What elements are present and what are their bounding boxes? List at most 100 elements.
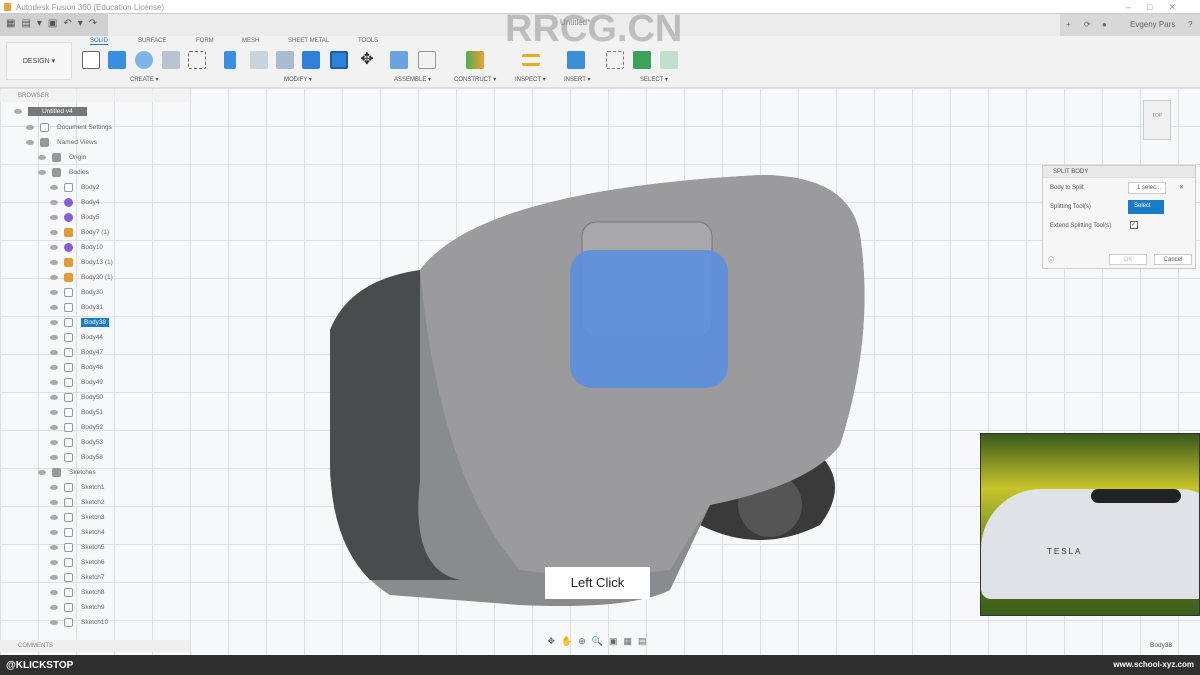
eye-icon[interactable] xyxy=(26,125,34,130)
info-icon[interactable]: ⓘ xyxy=(1048,255,1054,264)
extrude-icon[interactable] xyxy=(108,51,126,69)
tab-mesh[interactable]: MESH xyxy=(242,38,259,44)
browser-item[interactable]: Bodies xyxy=(38,168,89,182)
user-name[interactable]: Evgeny Pars xyxy=(1130,20,1175,29)
comments-panel[interactable]: COMMENTS xyxy=(0,640,190,652)
eye-icon[interactable] xyxy=(50,440,58,445)
navigation-bar[interactable]: ✥✋⊕🔍▣▦▤ xyxy=(520,636,680,652)
window-select-icon[interactable] xyxy=(606,51,624,69)
browser-item[interactable]: Body44 xyxy=(50,333,103,347)
tab-tools[interactable]: TOOLS xyxy=(358,38,378,44)
eye-icon[interactable] xyxy=(50,320,58,325)
eye-icon[interactable] xyxy=(50,350,58,355)
fillet-icon[interactable] xyxy=(250,51,268,69)
browser-item[interactable]: Origin xyxy=(38,153,86,167)
body-to-split-selection[interactable]: 1 selec... xyxy=(1128,182,1166,194)
hole-icon[interactable] xyxy=(162,51,180,69)
offset-plane-icon[interactable] xyxy=(466,51,484,69)
browser-item[interactable]: Sketches xyxy=(38,468,96,482)
new-component-icon[interactable] xyxy=(390,51,408,69)
eye-icon[interactable] xyxy=(50,545,58,550)
quick-access-icons[interactable]: ▦▤▾▣↶▾↷ xyxy=(0,14,108,36)
eye-icon[interactable] xyxy=(50,560,58,565)
browser-item[interactable]: Sketch6 xyxy=(50,558,105,572)
move-icon[interactable]: ✥ xyxy=(358,51,376,69)
browser-item[interactable]: Body13 (1) xyxy=(50,258,113,272)
browser-item[interactable]: Body30 xyxy=(50,288,103,302)
browser-item[interactable]: Sketch1 xyxy=(50,483,105,497)
browser-item[interactable]: Body4 xyxy=(50,198,99,212)
browser-root[interactable]: Untitled v4 xyxy=(14,107,87,122)
group-construct[interactable]: CONSTRUCT ▾ xyxy=(454,76,496,83)
document-tab[interactable]: Untitled* xyxy=(560,18,590,27)
measure-icon[interactable] xyxy=(522,54,540,66)
browser-item[interactable]: Sketch2 xyxy=(50,498,105,512)
ok-button[interactable]: OK xyxy=(1109,254,1147,265)
eye-icon[interactable] xyxy=(50,605,58,610)
help-icon[interactable]: ? xyxy=(1188,20,1192,29)
browser-item[interactable]: Body49 xyxy=(50,378,103,392)
browser-item[interactable]: Body53 xyxy=(50,438,103,452)
eye-icon[interactable] xyxy=(50,365,58,370)
clear-selection-icon[interactable]: ✕ xyxy=(1179,184,1184,191)
group-assemble[interactable]: ASSEMBLE ▾ xyxy=(394,76,431,83)
browser-item[interactable]: Body38 xyxy=(50,318,110,332)
browser-item[interactable]: Sketch9 xyxy=(50,603,105,617)
pattern-icon[interactable] xyxy=(188,51,206,69)
add-tab-icon[interactable]: + xyxy=(1066,20,1071,29)
notifications-icon[interactable]: ● xyxy=(1102,20,1107,29)
eye-icon[interactable] xyxy=(14,108,22,114)
extend-checkbox[interactable]: ✓ xyxy=(1130,221,1138,229)
insert-image-icon[interactable] xyxy=(567,51,585,69)
tab-surface[interactable]: SURFACE xyxy=(138,38,166,44)
cancel-button[interactable]: Cancel xyxy=(1154,254,1192,265)
eye-icon[interactable] xyxy=(38,470,46,475)
browser-item[interactable]: Sketch7 xyxy=(50,573,105,587)
eye-icon[interactable] xyxy=(50,275,58,280)
group-modify[interactable]: MODIFY ▾ xyxy=(284,76,312,83)
browser-item[interactable]: Body7 (1) xyxy=(50,228,109,242)
tab-solid[interactable]: SOLID xyxy=(90,38,109,45)
browser-item[interactable]: Body5 xyxy=(50,213,99,227)
browser-item[interactable]: Sketch8 xyxy=(50,588,105,602)
eye-icon[interactable] xyxy=(50,575,58,580)
eye-icon[interactable] xyxy=(50,185,58,190)
eye-icon[interactable] xyxy=(50,290,58,295)
eye-icon[interactable] xyxy=(50,410,58,415)
browser-item[interactable]: Body10 xyxy=(50,243,103,257)
group-insert[interactable]: INSERT ▾ xyxy=(564,76,590,83)
create-sketch-icon[interactable] xyxy=(82,51,100,69)
browser-item[interactable]: Named Views xyxy=(26,138,97,152)
revolve-icon[interactable] xyxy=(135,51,153,69)
eye-icon[interactable] xyxy=(38,155,46,160)
tab-sheet-metal[interactable]: SHEET METAL xyxy=(288,38,329,44)
splitting-tool-select-button[interactable]: Select xyxy=(1128,200,1164,214)
combine-icon[interactable] xyxy=(302,51,320,69)
browser-item[interactable]: Body58 xyxy=(50,453,103,467)
eye-icon[interactable] xyxy=(50,500,58,505)
browser-item[interactable]: Body20 (1) xyxy=(50,273,113,287)
eye-icon[interactable] xyxy=(50,590,58,595)
tab-form[interactable]: FORM xyxy=(196,38,214,44)
selection-filter-icon[interactable] xyxy=(633,51,651,69)
browser-item[interactable]: Body52 xyxy=(50,423,103,437)
browser-item[interactable]: Body31 xyxy=(50,303,103,317)
browser-item[interactable]: Sketch5 xyxy=(50,543,105,557)
job-status-icon[interactable]: ⟳ xyxy=(1084,20,1091,29)
browser-item[interactable]: Document Settings xyxy=(26,123,112,137)
eye-icon[interactable] xyxy=(50,395,58,400)
browser-header[interactable]: BROWSER xyxy=(0,90,190,102)
eye-icon[interactable] xyxy=(50,380,58,385)
group-inspect[interactable]: INSPECT ▾ xyxy=(515,76,546,83)
browser-item[interactable]: Body47 xyxy=(50,348,103,362)
eye-icon[interactable] xyxy=(50,515,58,520)
browser-item[interactable]: Body50 xyxy=(50,393,103,407)
shell-icon[interactable] xyxy=(276,51,294,69)
eye-icon[interactable] xyxy=(50,200,58,205)
group-create[interactable]: CREATE ▾ xyxy=(130,76,159,83)
selection-priority-icon[interactable] xyxy=(660,51,678,69)
eye-icon[interactable] xyxy=(50,335,58,340)
window-controls[interactable]: –□✕ xyxy=(1126,2,1192,13)
eye-icon[interactable] xyxy=(50,620,58,625)
eye-icon[interactable] xyxy=(50,215,58,220)
